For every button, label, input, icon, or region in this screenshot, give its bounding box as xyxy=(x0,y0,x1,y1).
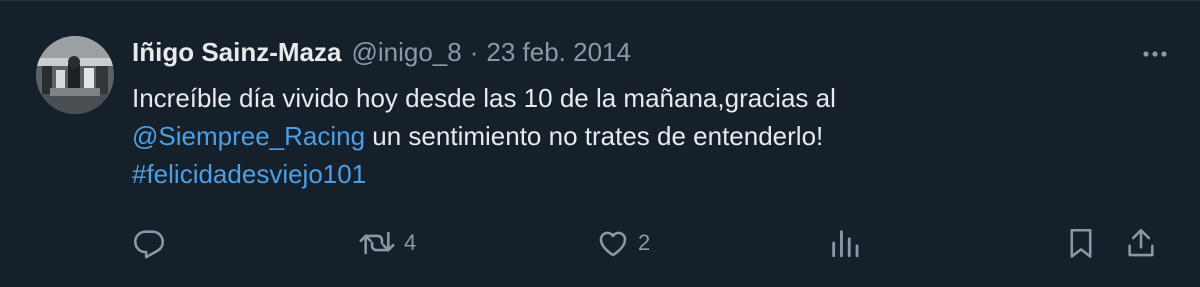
bookmark-button[interactable] xyxy=(1064,223,1098,263)
reply-icon xyxy=(133,230,165,259)
separator-dot: · xyxy=(469,36,479,67)
author-handle[interactable]: @inigo_8 xyxy=(351,37,461,68)
action-bar: 4 2 xyxy=(132,223,1162,263)
tweet-date[interactable]: 23 feb. 2014 xyxy=(486,37,631,68)
reply-button[interactable] xyxy=(132,223,174,263)
retweet-count: 4 xyxy=(404,230,417,255)
share-button[interactable] xyxy=(1124,223,1158,263)
avatar-photo xyxy=(36,36,114,114)
tweet-header: Iñigo Sainz-Maza @inigo_8 · 23 feb. 2014 xyxy=(132,35,631,69)
retweet-button[interactable]: 4 xyxy=(358,223,416,263)
share-icon xyxy=(1128,228,1154,257)
tweet-card[interactable]: Iñigo Sainz-Maza @inigo_8 · 23 feb. 2014… xyxy=(0,0,1200,287)
tweet-text-part-1: Increíble día vivido hoy desde las 10 de… xyxy=(132,83,836,113)
hashtag-link[interactable]: #felicidadesviejo101 xyxy=(132,159,366,189)
avatar[interactable] xyxy=(36,36,114,114)
views-button[interactable] xyxy=(828,223,870,263)
author-display-name[interactable]: Iñigo Sainz-Maza xyxy=(132,37,341,68)
heart-icon xyxy=(599,231,627,257)
tweet-text-part-2: un sentimiento no trates de entenderlo! xyxy=(365,121,824,151)
views-chart-icon xyxy=(832,230,859,258)
retweet-icon xyxy=(359,231,395,255)
tweet-text: Increíble día vivido hoy desde las 10 de… xyxy=(132,79,1152,193)
like-button[interactable]: 2 xyxy=(596,223,650,263)
like-count: 2 xyxy=(638,230,651,255)
more-options-button[interactable] xyxy=(1140,39,1170,69)
more-options-icon xyxy=(1143,51,1167,57)
bookmark-icon xyxy=(1070,228,1092,258)
mention-link[interactable]: @Siempree_Racing xyxy=(132,121,365,151)
